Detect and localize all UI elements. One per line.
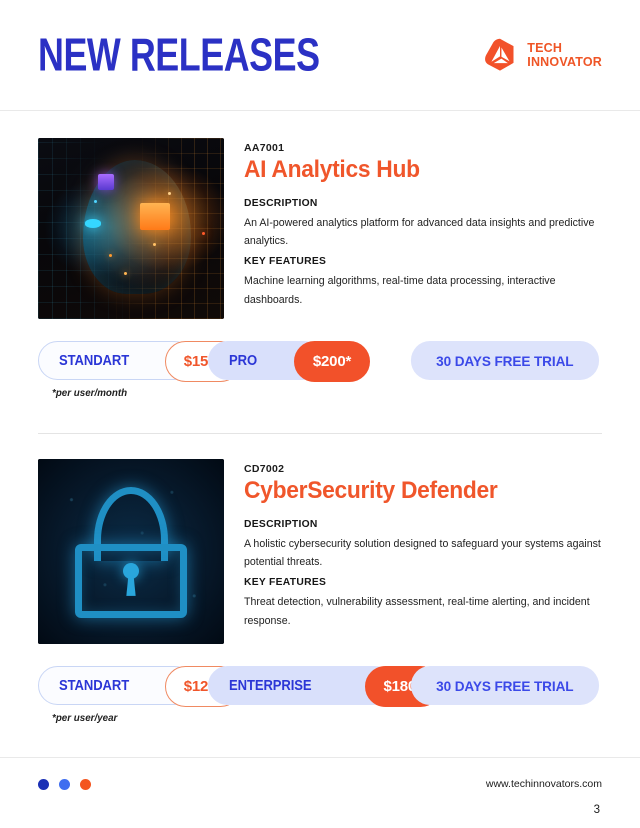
page-title: NEW RELEASES (38, 29, 320, 81)
tier-pro-label: PRO (228, 352, 257, 369)
description-label: DESCRIPTION (244, 518, 318, 530)
product-card-cybersecurity-defender: CD7002 CyberSecurity Defender DESCRIPTIO… (0, 459, 640, 724)
tier-enterprise-label: ENTERPRISE (228, 677, 312, 694)
tech-innovator-logo-icon (485, 38, 514, 71)
product-thumbnail-ai-head (38, 138, 224, 319)
tier-group: STANDART $150* PRO $200* (38, 341, 370, 382)
product-thumbnail-padlock (38, 459, 224, 644)
page-header: NEW RELEASES TECH INNOVATOR (0, 0, 640, 110)
tier-standard-label: STANDART (59, 352, 130, 369)
pricing-footnote: *per user/month (52, 388, 128, 399)
pricing-row: STANDART $120* ENTERPRISE $180* 30 DAYS … (0, 666, 640, 707)
tier-standard[interactable]: STANDART $120* (38, 666, 241, 707)
footer-dots (38, 779, 91, 790)
page-number: 3 (593, 804, 600, 816)
description-text: An AI-powered analytics platform for adv… (244, 216, 595, 248)
footer-right: www.techinnovators.com 3 (486, 778, 602, 816)
pricing-footnote: *per user/year (52, 713, 118, 724)
website-url[interactable]: www.techinnovators.com (486, 778, 602, 790)
product-details: CD7002 CyberSecurity Defender DESCRIPTIO… (244, 459, 602, 644)
description-label: DESCRIPTION (244, 197, 318, 209)
brand-wordmark: TECH INNOVATOR (527, 41, 602, 69)
dot-dark-blue-icon (38, 779, 49, 790)
product-name: AI Analytics Hub (244, 156, 420, 183)
key-features-text: Threat detection, vulnerability assessme… (244, 596, 590, 627)
tier-group: STANDART $120* ENTERPRISE $180* (38, 666, 441, 707)
description-text: A holistic cybersecurity solution design… (244, 537, 601, 569)
page-footer: www.techinnovators.com 3 (0, 757, 640, 828)
brand-line-1: TECH (527, 41, 563, 55)
dot-orange-icon (80, 779, 91, 790)
ai-head-artwork-icon (38, 138, 224, 319)
product-card-ai-analytics-hub: AA7001 AI Analytics Hub DESCRIPTION An A… (0, 138, 640, 399)
key-features-text: Machine learning algorithms, real-time d… (244, 275, 556, 306)
free-trial-button[interactable]: 30 DAYS FREE TRIAL (411, 341, 600, 380)
product-sku: CD7002 (244, 463, 285, 475)
dot-blue-icon (59, 779, 70, 790)
tier-standard[interactable]: STANDART $150* (38, 341, 241, 382)
brand-logo: TECH INNOVATOR (482, 37, 602, 73)
free-trial-button[interactable]: 30 DAYS FREE TRIAL (411, 666, 600, 705)
product-row: CD7002 CyberSecurity Defender DESCRIPTIO… (0, 459, 640, 644)
key-features-label: KEY FEATURES (244, 256, 327, 268)
product-name: CyberSecurity Defender (244, 477, 498, 504)
tier-pro-price[interactable]: $200* (294, 341, 370, 382)
tier-pro[interactable]: PRO $200* (207, 341, 370, 382)
brand-line-2: INNOVATOR (527, 55, 602, 69)
new-releases-page: NEW RELEASES TECH INNOVATOR AA7001 AI An… (0, 0, 640, 828)
tier-standard-label: STANDART (59, 677, 130, 694)
padlock-artwork-icon (38, 459, 224, 644)
product-details: AA7001 AI Analytics Hub DESCRIPTION An A… (244, 138, 602, 319)
product-row: AA7001 AI Analytics Hub DESCRIPTION An A… (0, 138, 640, 319)
product-sku: AA7001 (244, 142, 285, 154)
key-features-label: KEY FEATURES (244, 577, 327, 589)
tier-enterprise[interactable]: ENTERPRISE $180* (207, 666, 441, 707)
header-divider (0, 110, 640, 111)
product-divider (38, 433, 602, 434)
pricing-row: STANDART $150* PRO $200* 30 DAYS FREE TR… (0, 341, 640, 382)
